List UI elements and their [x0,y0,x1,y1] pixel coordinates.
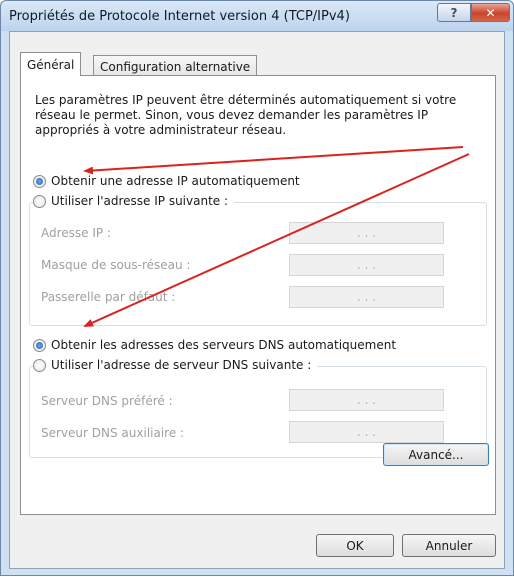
title-bar[interactable]: Propriétés de Protocole Internet version… [1,1,513,31]
tab-alternate-configuration[interactable]: Configuration alternative [93,55,258,77]
advanced-button[interactable]: Avancé... [383,443,489,466]
radio-dns-auto[interactable]: Obtenir les adresses des serveurs DNS au… [33,338,396,352]
close-x-icon: ✕ [485,5,496,20]
radio-ip-auto[interactable]: Obtenir une adresse IP automatiquement [33,174,300,188]
close-button[interactable]: ✕ [471,3,510,22]
subnet-mask-value: . . . [356,258,377,272]
description-text: Les paramètres IP peuvent être déterminé… [35,93,457,137]
tab-general[interactable]: Général [20,52,82,76]
radio-button-checked[interactable] [33,338,46,352]
default-gateway-input[interactable]: . . . [289,286,444,308]
ip-address-value: . . . [356,226,377,240]
ip-address-label: Adresse IP : [41,226,112,240]
alternate-dns-label: Serveur DNS auxiliaire : [41,426,185,440]
alternate-dns-input[interactable]: . . . [289,421,444,443]
radio-button-checked[interactable] [33,174,46,188]
cancel-button-label: Annuler [425,538,473,553]
preferred-dns-input[interactable]: . . . [289,389,444,411]
radio-dns-auto-label: Obtenir les adresses des serveurs DNS au… [51,338,397,352]
tab-alternate-configuration-label: Configuration alternative [100,59,251,74]
radio-ip-auto-label: Obtenir une adresse IP automatiquement [51,174,300,188]
radio-ip-manual-label: Utiliser l'adresse IP suivante : [51,194,229,208]
subnet-mask-input[interactable]: . . . [289,254,444,276]
window-title: Propriétés de Protocole Internet version… [9,9,350,24]
advanced-button-label: Avancé... [408,447,464,462]
radio-ip-manual[interactable]: Utiliser l'adresse IP suivante : [33,194,235,208]
alternate-dns-value: . . . [356,425,377,439]
radio-button-unchecked[interactable] [33,358,46,372]
radio-button-unchecked[interactable] [33,194,46,208]
tab-general-label: Général [27,57,75,72]
question-mark-icon: ? [450,5,458,20]
default-gateway-value: . . . [356,290,377,304]
radio-dns-manual[interactable]: Utiliser l'adresse de serveur DNS suivan… [33,358,318,372]
help-button[interactable]: ? [437,3,471,22]
preferred-dns-value: . . . [356,393,377,407]
cancel-button[interactable]: Annuler [402,534,496,557]
dialog-window: Propriétés de Protocole Internet version… [0,0,514,576]
subnet-mask-label: Masque de sous-réseau : [41,258,191,272]
ok-button-label: OK [346,538,364,553]
ok-button[interactable]: OK [316,534,394,557]
radio-dns-manual-label: Utiliser l'adresse de serveur DNS suivan… [51,358,312,372]
default-gateway-label: Passerelle par défaut : [41,290,176,304]
preferred-dns-label: Serveur DNS préféré : [41,394,173,408]
dialog-body: Général Configuration alternative Les pa… [9,31,505,569]
ip-address-input[interactable]: . . . [289,222,444,244]
